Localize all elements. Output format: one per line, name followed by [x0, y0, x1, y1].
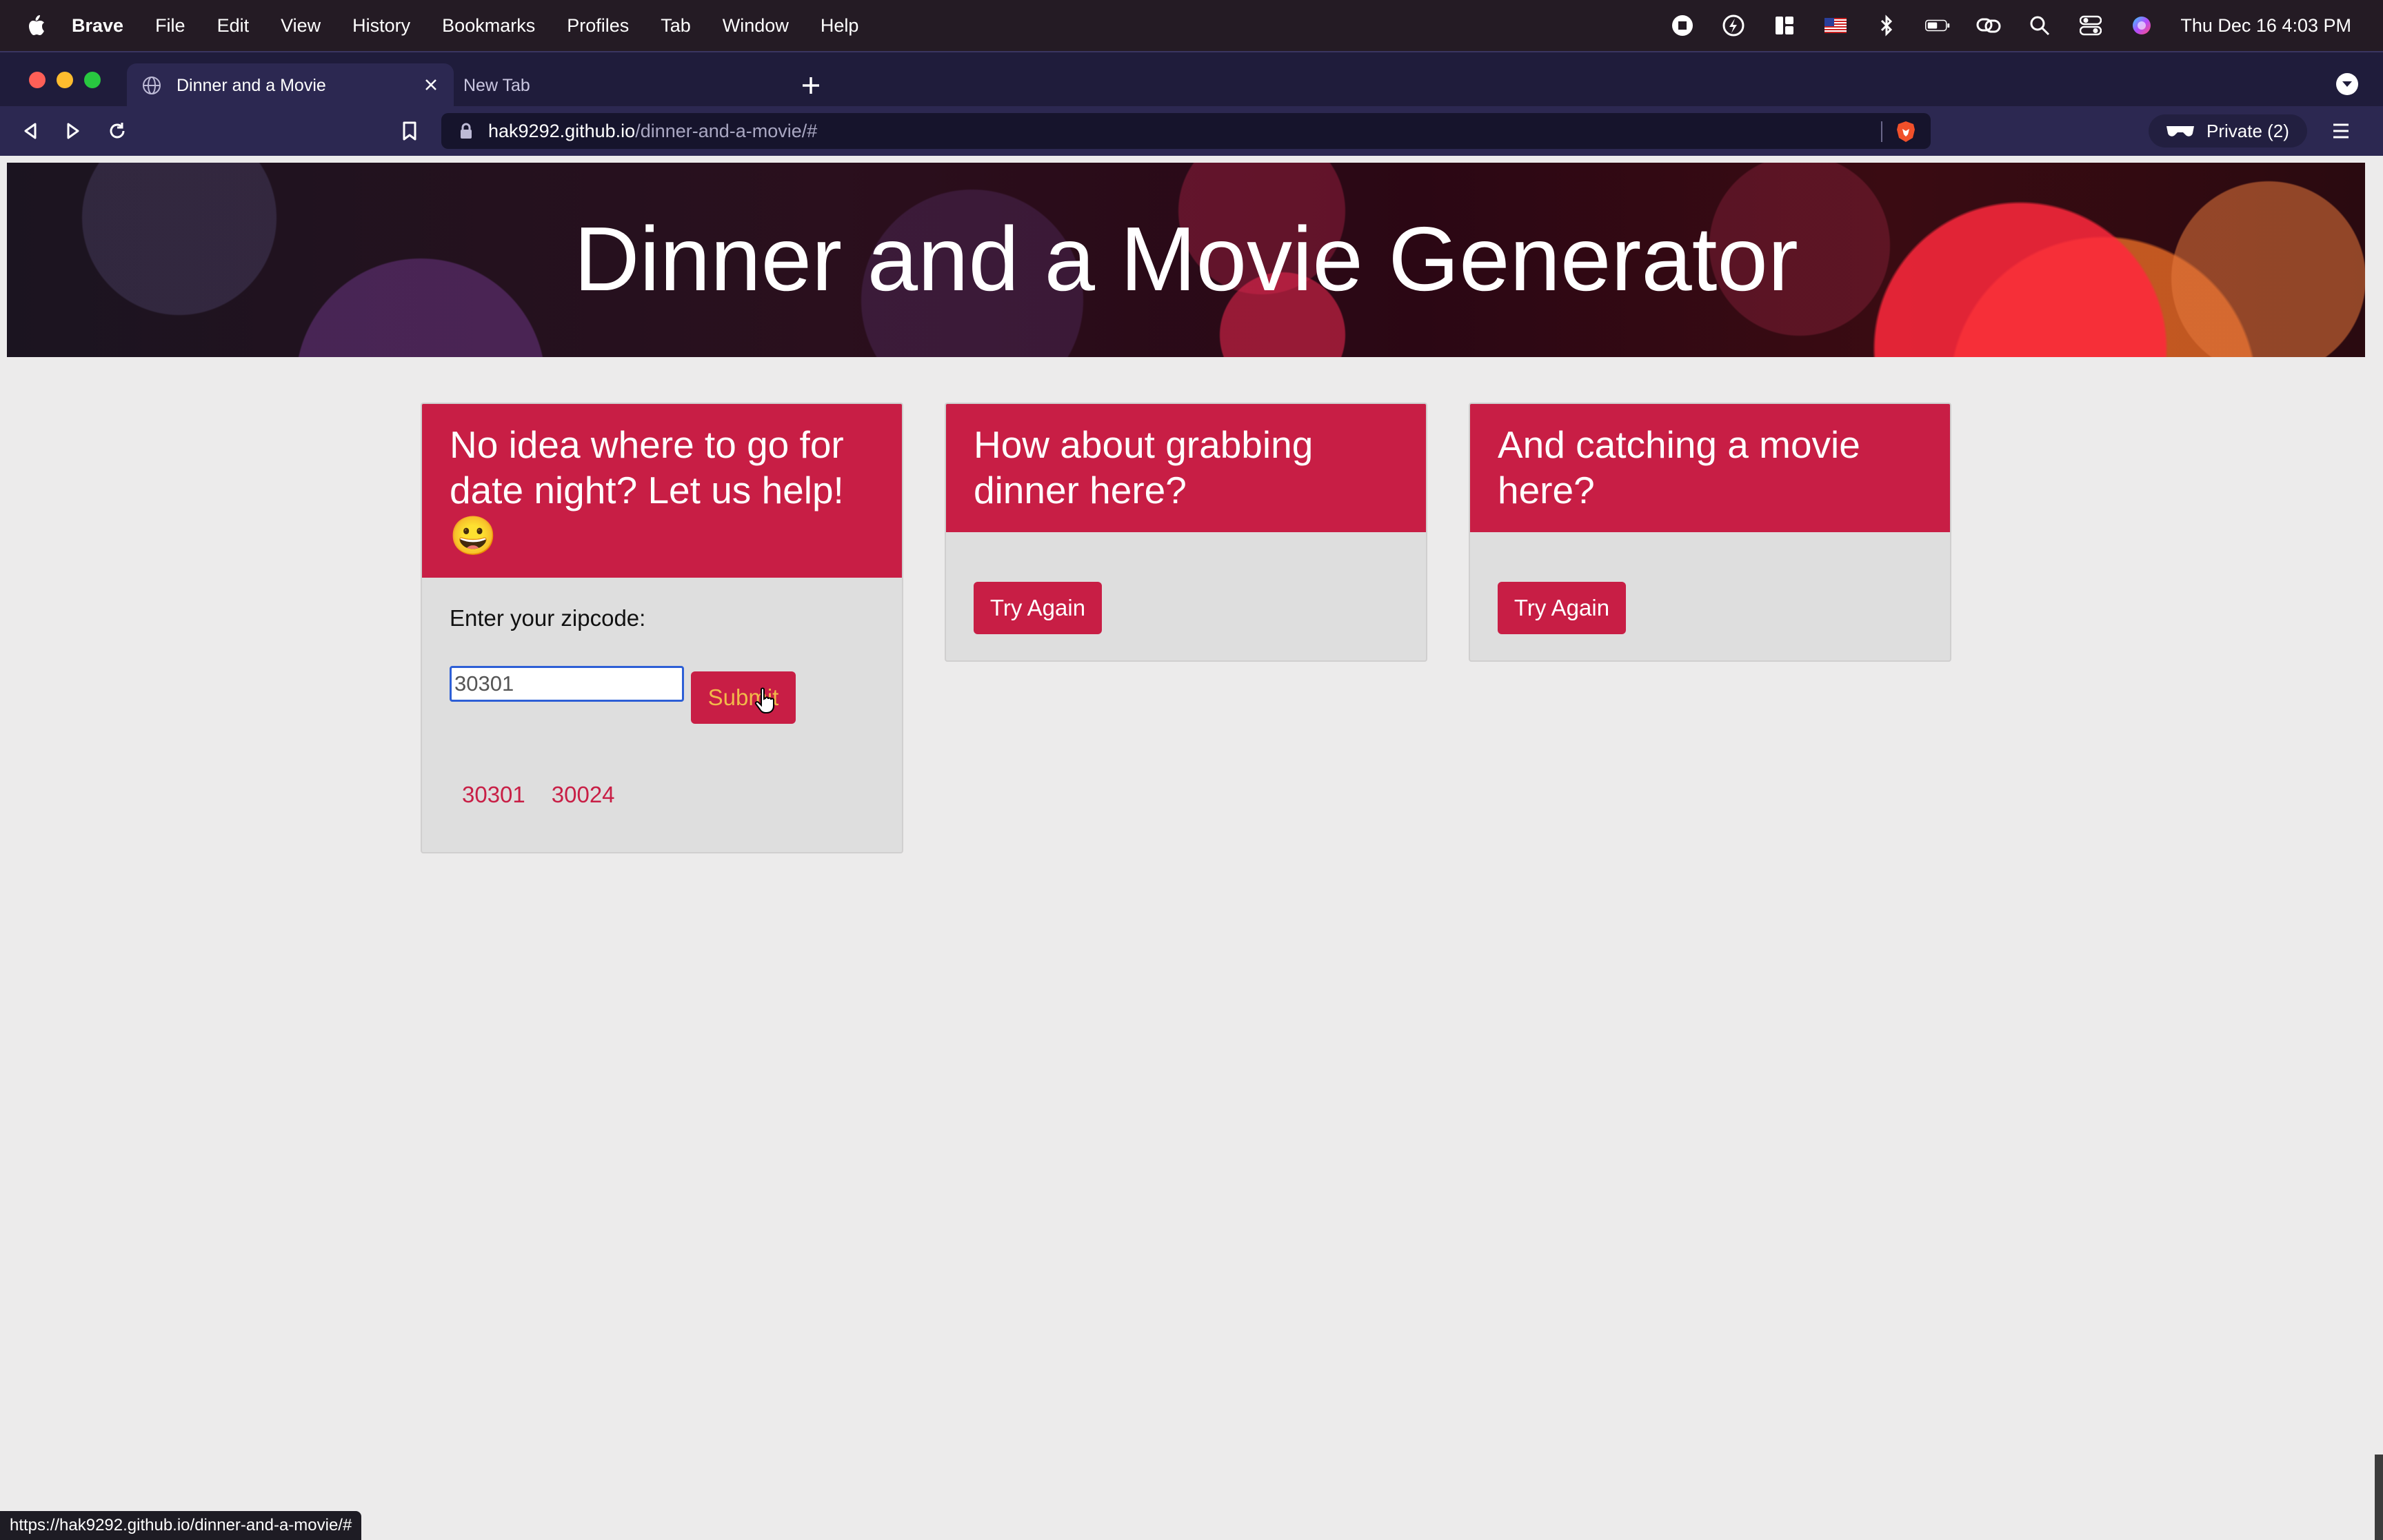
zipcode-card-heading: No idea where to go for date night? Let …: [422, 404, 902, 578]
history-zipcode-link[interactable]: 30024: [552, 782, 615, 808]
url-path: /dinner-and-a-movie/#: [635, 120, 818, 141]
menu-window[interactable]: Window: [723, 15, 789, 37]
back-arrow-icon[interactable]: [18, 119, 43, 143]
menubar-status-area: Thu Dec 16 4:03 PM: [1644, 0, 2383, 51]
new-tab-plus-icon[interactable]: [797, 72, 825, 99]
page-scrollbar[interactable]: [2375, 1455, 2383, 1540]
dinner-card: How about grabbing dinner here? Try Agai…: [945, 403, 1427, 662]
menu-history[interactable]: History: [352, 15, 410, 37]
address-bar[interactable]: hak9292.github.io/dinner-and-a-movie/#: [441, 113, 1931, 149]
zipcode-label: Enter your zipcode:: [450, 605, 646, 631]
bookmark-icon[interactable]: [397, 119, 422, 143]
link-status-bar: https://hak9292.github.io/dinner-and-a-m…: [0, 1511, 362, 1540]
private-window-badge[interactable]: Private (2): [2149, 114, 2307, 148]
battery-icon[interactable]: [1925, 13, 1950, 38]
dinner-try-again-button[interactable]: Try Again: [974, 582, 1102, 634]
brave-shield-icon[interactable]: [1895, 120, 1917, 143]
control-center-icon[interactable]: [2078, 13, 2103, 38]
dinner-card-heading: How about grabbing dinner here?: [946, 404, 1426, 532]
movie-card-heading: And catching a movie here?: [1470, 404, 1950, 532]
menu-bookmarks[interactable]: Bookmarks: [442, 15, 535, 37]
tab-dinner-and-a-movie[interactable]: Dinner and a Movie: [127, 63, 454, 108]
bolt-icon[interactable]: [1721, 13, 1746, 38]
history-zipcode-link[interactable]: 30301: [462, 782, 525, 808]
zipcode-search-card: No idea where to go for date night? Let …: [421, 403, 903, 853]
address-divider: [1881, 121, 1882, 142]
zipcode-input[interactable]: [450, 666, 684, 702]
menu-app-name[interactable]: Brave: [72, 15, 123, 37]
hero-banner: Dinner and a Movie Generator: [7, 163, 2365, 357]
browser-toolbar: hak9292.github.io/dinner-and-a-movie/# P…: [0, 106, 2383, 156]
menu-help[interactable]: Help: [821, 15, 859, 37]
screen-record-icon[interactable]: [1670, 13, 1695, 38]
tab-title: Dinner and a Movie: [177, 75, 326, 95]
url-host: hak9292.github.io: [488, 120, 636, 141]
menu-view[interactable]: View: [281, 15, 321, 37]
apple-icon[interactable]: [26, 14, 46, 37]
siri-icon[interactable]: [2129, 13, 2154, 38]
web-page: Dinner and a Movie Generator No idea whe…: [0, 156, 2383, 1540]
submit-button[interactable]: Submit: [691, 671, 796, 724]
link-icon[interactable]: [1976, 13, 2001, 38]
page-title: Dinner and a Movie Generator: [574, 208, 1798, 310]
maximize-window-button[interactable]: [84, 72, 101, 88]
tab-new-tab[interactable]: New Tab: [455, 63, 782, 108]
menu-profiles[interactable]: Profiles: [567, 15, 629, 37]
search-history-list: 30301 30024: [462, 782, 615, 808]
bluetooth-icon[interactable]: [1874, 13, 1899, 38]
menubar-clock[interactable]: Thu Dec 16 4:03 PM: [2180, 15, 2351, 37]
macos-menubar: Brave File Edit View History Bookmarks P…: [0, 0, 2383, 51]
menu-tab[interactable]: Tab: [661, 15, 691, 37]
movie-card: And catching a movie here? Try Again: [1469, 403, 1951, 662]
forward-arrow-icon[interactable]: [61, 119, 86, 143]
globe-icon: [142, 76, 161, 95]
hand-pointer-icon: [754, 687, 778, 714]
menu-hamburger-icon[interactable]: [2329, 120, 2353, 142]
menu-edit[interactable]: Edit: [217, 15, 250, 37]
close-window-button[interactable]: [29, 72, 46, 88]
tab-search-chevron-icon[interactable]: [2336, 73, 2358, 95]
minimize-window-button[interactable]: [57, 72, 73, 88]
tab-title: New Tab: [463, 75, 530, 95]
us-flag-icon[interactable]: [1823, 13, 1848, 38]
browser-tabstrip: Dinner and a Movie New Tab: [0, 51, 2383, 108]
close-tab-icon[interactable]: [421, 74, 441, 95]
menu-file[interactable]: File: [155, 15, 185, 37]
private-mask-icon: [2165, 123, 2195, 139]
spotlight-search-icon[interactable]: [2027, 13, 2052, 38]
reload-icon[interactable]: [105, 119, 130, 143]
address-url[interactable]: hak9292.github.io/dinner-and-a-movie/#: [488, 121, 817, 142]
private-label: Private (2): [2206, 120, 2289, 141]
movie-try-again-button[interactable]: Try Again: [1498, 582, 1626, 634]
window-layout-icon[interactable]: [1772, 13, 1797, 38]
lock-icon[interactable]: [459, 122, 474, 140]
